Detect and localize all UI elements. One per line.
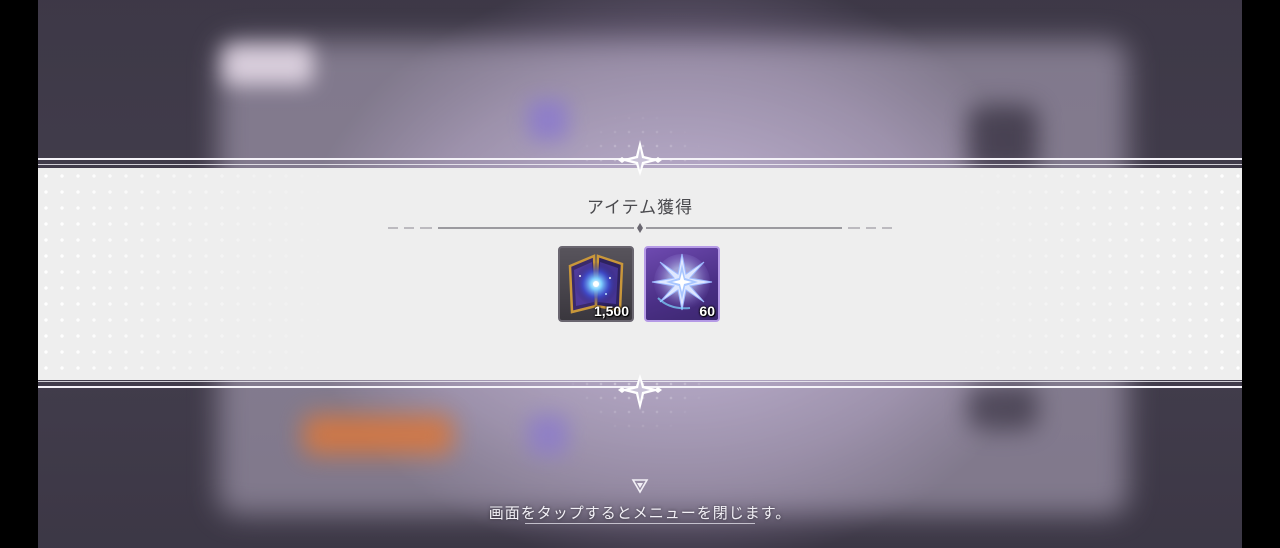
reward-item-crystal[interactable]: 60: [644, 246, 720, 322]
band-pattern-left: [38, 168, 338, 380]
band-pattern-right: [942, 168, 1242, 380]
sparkle-ornament-icon: [618, 374, 662, 410]
bg-blob: [968, 385, 1038, 430]
sparkle-ornament-icon: [618, 140, 662, 176]
title-divider: [388, 223, 892, 233]
bg-blob: [303, 415, 453, 455]
reward-screen[interactable]: アイテム獲得 1,500 60 画面をタップするとメニューを閉じます。: [0, 0, 1280, 548]
reward-item-book[interactable]: 1,500: [558, 246, 634, 322]
footer-underline: [525, 523, 755, 524]
item-count: 60: [699, 303, 715, 319]
bg-blob: [223, 45, 313, 85]
dialog-title: アイテム獲得: [586, 198, 694, 218]
tap-to-close-hint[interactable]: 画面をタップするとメニューを閉じます。: [440, 502, 840, 523]
item-count: 1,500: [593, 303, 629, 319]
down-triangle-icon: [631, 479, 649, 494]
